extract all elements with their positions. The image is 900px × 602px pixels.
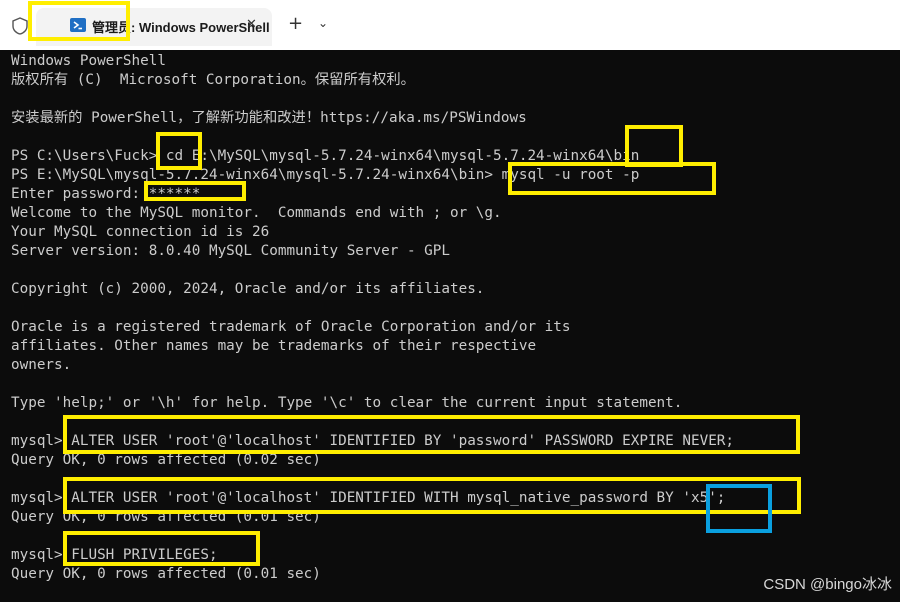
terminal-line: Copyright (c) 2000, 2024, Oracle and/or … [11,281,485,297]
annotation-box-flush [63,531,260,566]
terminal-line: Query OK, 0 rows affected (0.01 sec) [11,566,321,582]
annotation-box-alter-user-2 [63,477,801,514]
terminal-line: Server version: 8.0.40 MySQL Community S… [11,243,450,259]
close-tab-icon[interactable]: ✕ [246,17,257,32]
terminal-line: Oracle is a registered trademark of Orac… [11,319,571,335]
annotation-box-password [144,181,246,201]
annotation-box-tab [28,1,130,41]
watermark: CSDN @bingo冰冰 [763,576,892,593]
terminal-line: Welcome to the MySQL monitor. Commands e… [11,205,502,221]
annotation-box-cd [156,132,202,170]
terminal-line: affiliates. Other names may be trademark… [11,338,537,354]
annotation-box-bin [625,125,683,167]
terminal-line: owners. [11,357,72,373]
shield-icon [12,17,28,35]
annotation-box-mysql-command [508,162,716,195]
annotation-box-alter-user-1 [63,415,800,454]
powershell-window: 管理员: Windows PowerShell ✕ + ⌄ Windows Po… [0,0,900,602]
chevron-down-icon[interactable]: ⌄ [318,16,328,30]
terminal-line: 版权所有 (C) Microsoft Corporation。保留所有权利。 [11,72,415,88]
title-bar: 管理员: Windows PowerShell ✕ + ⌄ [0,0,900,50]
terminal-line: 安装最新的 PowerShell，了解新功能和改进！https://aka.ms… [11,110,527,126]
annotation-box-password-value [706,484,772,533]
terminal-line: Your MySQL connection id is 26 [11,224,270,240]
terminal-line: Windows PowerShell [11,53,166,69]
terminal-line: Type 'help;' or '\h' for help. Type '\c'… [11,395,683,411]
new-tab-button[interactable]: + [288,13,303,34]
